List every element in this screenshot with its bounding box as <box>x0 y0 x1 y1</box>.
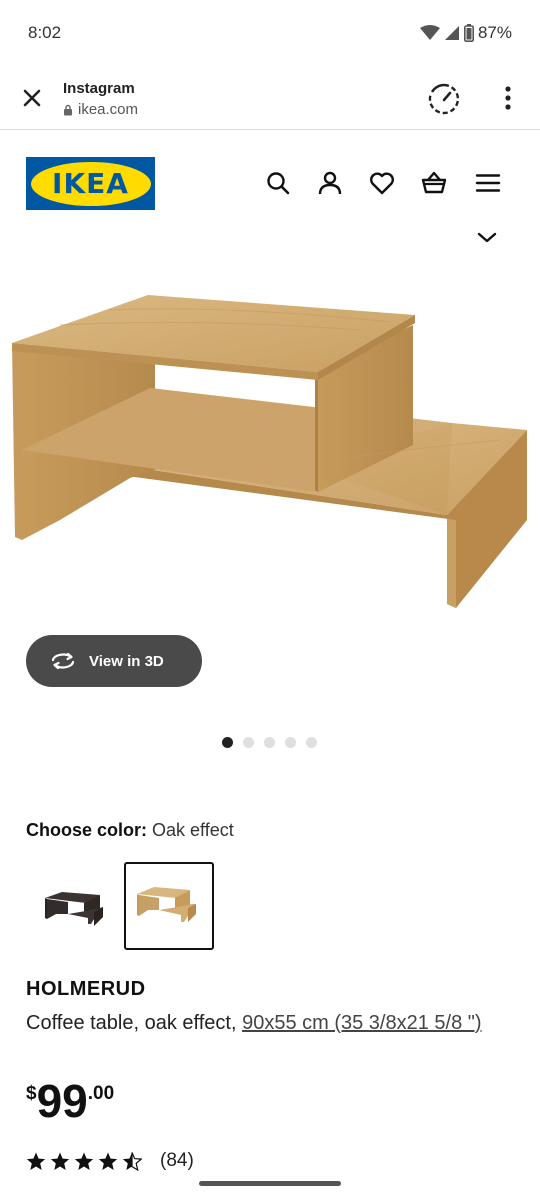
color-swatch-dark-brown[interactable] <box>28 862 118 950</box>
carousel-dot-2[interactable] <box>243 737 254 748</box>
browser-title: Instagram <box>63 80 135 97</box>
view-3d-label: View in 3D <box>89 652 164 670</box>
battery-percent: 87% <box>477 23 512 42</box>
price-decimal: .00 <box>87 1083 115 1104</box>
account-icon[interactable] <box>317 170 343 196</box>
rotate-3d-icon <box>51 652 75 670</box>
product-price: $ 99 .00 <box>26 1075 114 1127</box>
star-icon <box>74 1152 94 1170</box>
carousel-dot-5[interactable] <box>306 737 317 748</box>
chevron-down-icon[interactable] <box>475 228 499 248</box>
ikea-logo[interactable]: IKEA <box>26 157 155 210</box>
product-description: Coffee table, oak effect, 90x55 cm (35 3… <box>26 1008 516 1039</box>
star-icon <box>50 1152 70 1170</box>
color-swatch-oak-effect[interactable] <box>124 862 214 950</box>
price-main: 99 <box>36 1075 88 1127</box>
product-dimensions-link[interactable]: 90x55 cm (35 3/8x21 5/8 ") <box>242 1012 481 1034</box>
close-icon[interactable] <box>18 84 46 112</box>
home-indicator[interactable] <box>199 1181 341 1186</box>
product-image[interactable] <box>0 250 540 620</box>
browser-url: ikea.com <box>63 101 138 118</box>
price-currency: $ <box>26 1083 37 1104</box>
swatch-image-oak <box>137 887 196 922</box>
url-text: ikea.com <box>78 101 139 118</box>
star-icon <box>98 1152 118 1170</box>
carousel-dot-4[interactable] <box>285 737 296 748</box>
carousel-dots <box>222 737 317 748</box>
lock-icon <box>64 104 72 115</box>
signal-icon <box>444 26 459 40</box>
status-time: 8:02 <box>28 23 62 42</box>
logo-text: IKEA <box>52 167 129 200</box>
battery-icon <box>463 24 474 42</box>
star-half-icon <box>122 1151 142 1171</box>
star-icon <box>26 1152 46 1170</box>
review-count: (84) <box>160 1150 194 1171</box>
view-3d-button[interactable]: View in 3D <box>26 635 202 687</box>
basket-icon[interactable] <box>421 170 447 196</box>
search-icon[interactable] <box>265 170 291 196</box>
logo-ellipse: IKEA <box>30 161 151 206</box>
browser-toolbar: Instagram ikea.com <box>0 66 540 130</box>
carousel-dot-3[interactable] <box>264 737 275 748</box>
menu-icon[interactable] <box>475 170 501 196</box>
more-vertical-icon[interactable] <box>496 84 520 112</box>
status-icons: 87% <box>419 23 512 43</box>
color-label-title: Choose color: <box>26 820 148 840</box>
swatch-image-dark <box>45 892 103 926</box>
color-selected-value: Oak effect <box>152 820 234 840</box>
product-description-text: Coffee table, oak effect, <box>26 1012 243 1034</box>
heart-icon[interactable] <box>369 170 395 196</box>
carousel-dot-1[interactable] <box>222 737 233 748</box>
speed-icon[interactable] <box>427 82 461 116</box>
wifi-icon <box>419 25 440 40</box>
color-label: Choose color: Oak effect <box>26 820 234 841</box>
status-bar: 8:02 87% <box>0 0 540 66</box>
product-name: HOLMERUD <box>26 978 146 1000</box>
product-rating[interactable]: (84) <box>26 1150 194 1172</box>
